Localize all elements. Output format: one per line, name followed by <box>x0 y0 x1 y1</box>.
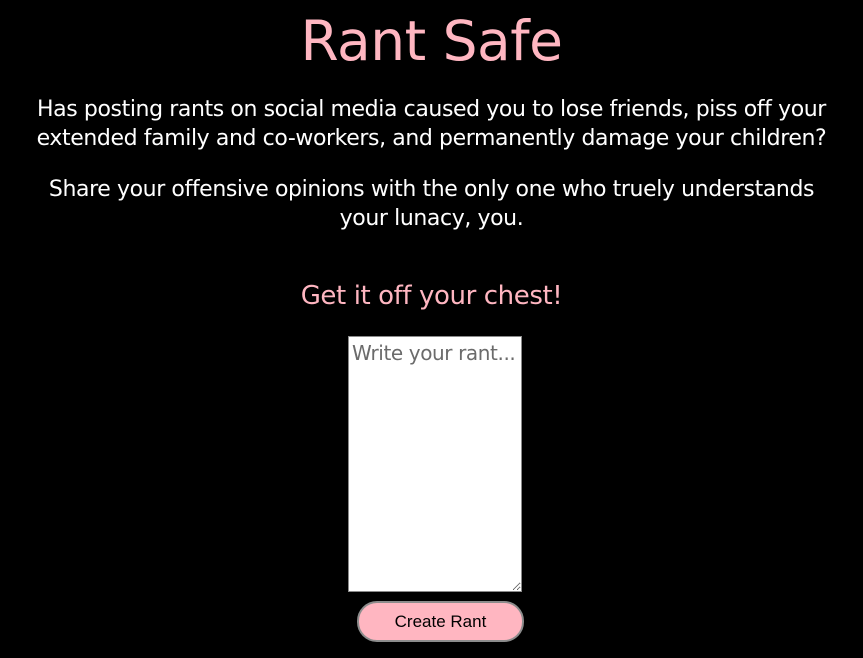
page-title: Rant Safe <box>300 9 563 73</box>
intro-text: Has posting rants on social media caused… <box>36 97 827 151</box>
page: Rant Safe Has posting rants on social me… <box>0 0 863 658</box>
rant-input[interactable] <box>348 336 522 592</box>
create-rant-button[interactable]: Create Rant <box>357 601 524 642</box>
share-text: Share your offensive opinions with the o… <box>48 177 815 231</box>
form-heading: Get it off your chest! <box>300 281 563 311</box>
